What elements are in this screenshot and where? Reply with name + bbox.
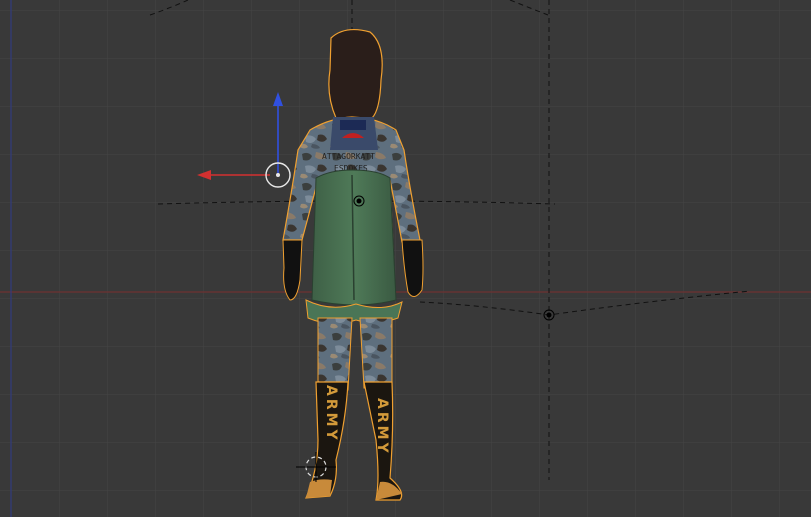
back-patch-line1: ATTAGORKATT <box>322 152 375 161</box>
left-boot-text: ARMY <box>323 385 339 443</box>
right-boot-text: ARMY <box>374 398 390 456</box>
3d-viewport[interactable]: ATTAGORKATT ESDOKES ARMY ARMY <box>0 0 811 517</box>
